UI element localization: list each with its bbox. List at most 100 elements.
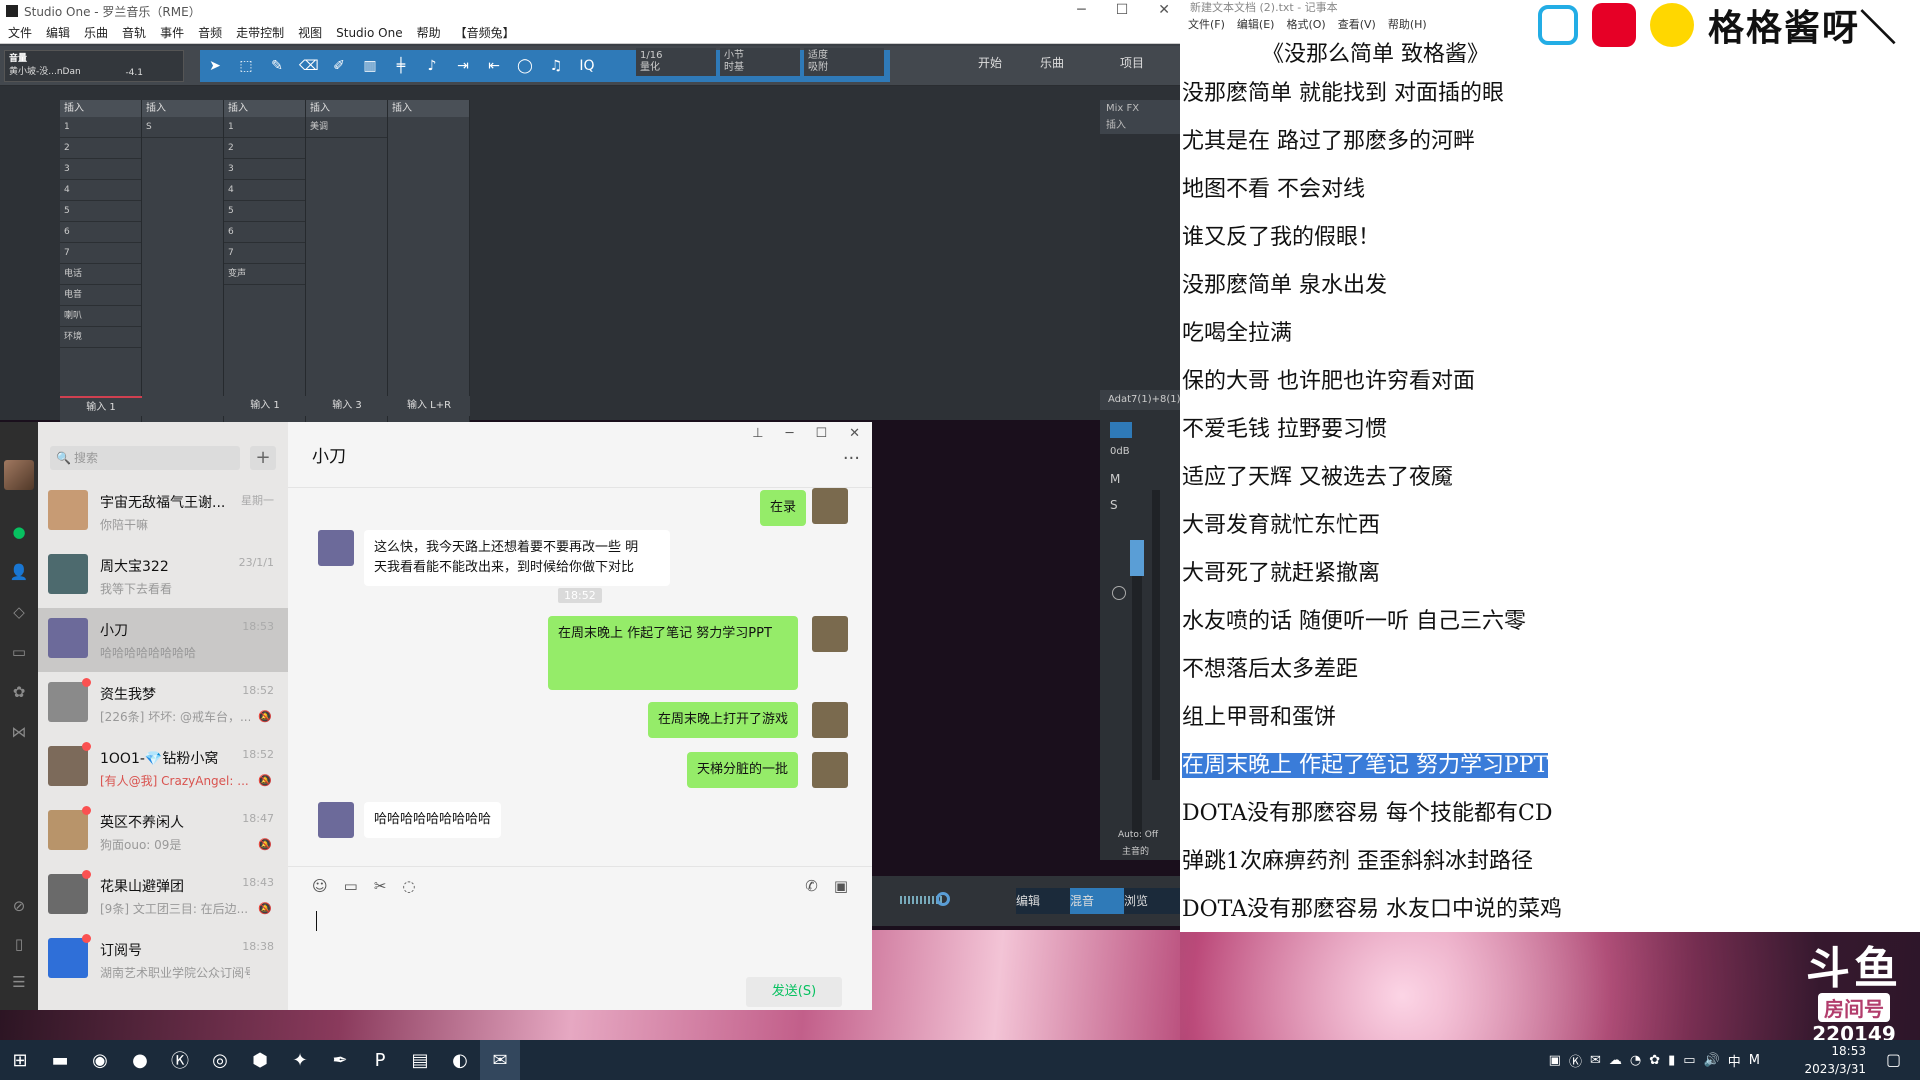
message-bubble[interactable]: 在周末晚上打开了游戏 xyxy=(647,702,798,738)
insert-slot[interactable]: S xyxy=(142,117,223,138)
menu-item[interactable]: 【音频兔】 xyxy=(455,24,515,41)
master-mute-button[interactable]: M xyxy=(1110,472,1120,486)
insert-slot[interactable]: 7 xyxy=(224,243,305,264)
kugou-icon[interactable]: Ⓚ xyxy=(160,1040,200,1080)
miniprogram-icon[interactable]: ⊘ xyxy=(9,896,29,916)
insert-slot[interactable]: 6 xyxy=(224,222,305,243)
menu-item[interactable]: 视图 xyxy=(298,24,322,41)
network-icon[interactable]: ▭ xyxy=(1683,1053,1695,1068)
contacts-icon[interactable]: 👤 xyxy=(9,562,29,582)
avatar[interactable] xyxy=(812,488,848,524)
volume-icon[interactable]: 🔊 xyxy=(1704,1053,1720,1068)
pen-app-icon[interactable]: ✒ xyxy=(320,1040,360,1080)
tab-edit[interactable]: 编辑 xyxy=(1016,888,1072,914)
emoji-icon[interactable]: ☺ xyxy=(312,877,328,895)
notepad-menu-item[interactable]: 帮助(H) xyxy=(1388,16,1427,34)
insert-slot[interactable]: 环境 xyxy=(60,327,141,348)
minimize-icon[interactable]: ─ xyxy=(786,426,794,441)
clock[interactable]: 18:53 2023/3/31 xyxy=(1804,1042,1866,1078)
insert-slot[interactable]: 2 xyxy=(60,138,141,159)
metronome-toggle-icon[interactable] xyxy=(936,892,950,906)
insert-slot[interactable]: 3 xyxy=(60,159,141,180)
powerpoint-icon[interactable]: P xyxy=(360,1040,400,1080)
master-solo-button[interactable]: S xyxy=(1110,498,1118,512)
insert-slot[interactable]: 电话 xyxy=(60,264,141,285)
message-bubble[interactable]: 哈哈哈哈哈哈哈哈哈 xyxy=(364,802,502,838)
insert-header[interactable]: 插入 xyxy=(142,100,223,117)
insert-header[interactable]: 插入 xyxy=(306,100,387,117)
ime-indicator[interactable]: 中 xyxy=(1728,1051,1741,1070)
menu-item[interactable]: 走带控制 xyxy=(236,24,284,41)
folder-icon[interactable]: ▭ xyxy=(9,642,29,662)
send-button[interactable]: 发送(S) xyxy=(746,977,842,1007)
close-icon[interactable]: ✕ xyxy=(849,426,860,441)
file-explorer-icon[interactable]: ▬ xyxy=(40,1040,80,1080)
moments-icon[interactable]: ✿ xyxy=(9,682,29,702)
start-button[interactable]: 开始 xyxy=(978,54,1002,71)
mixfx-insert[interactable]: 插入 xyxy=(1100,117,1180,134)
menu-item[interactable]: 帮助 xyxy=(417,24,441,41)
obs-icon[interactable]: ◐ xyxy=(440,1040,480,1080)
insert-slot[interactable]: 2 xyxy=(224,138,305,159)
chat-history-icon[interactable]: ◌ xyxy=(402,877,415,895)
avatar[interactable] xyxy=(318,802,354,838)
phone-icon[interactable]: ▯ xyxy=(9,934,29,954)
list-item[interactable]: 资生我梦 18:52 [226条] 坏坏: @戒车台，... 🔕 xyxy=(38,672,288,736)
tray-app-icon[interactable]: ✿ xyxy=(1649,1053,1660,1068)
pencil-tool-icon[interactable]: ✎ xyxy=(268,57,286,75)
menu-item[interactable]: 文件 xyxy=(8,24,32,41)
channel-input-label[interactable]: 输入 1 xyxy=(224,396,306,416)
speaker-tool-icon[interactable]: ♪ xyxy=(423,57,441,75)
chat-icon[interactable]: ● xyxy=(9,522,29,542)
list-item[interactable]: 1OO1-💎钻粉小窝 18:52 [有人@我] CrazyAngel: ... 🔕 xyxy=(38,736,288,800)
insert-slot[interactable]: 7 xyxy=(60,243,141,264)
menu-icon[interactable]: ☰ xyxy=(9,972,29,992)
insert-slot[interactable]: 1 xyxy=(224,117,305,138)
avatar[interactable] xyxy=(812,702,848,738)
channel-input-label[interactable]: 输入 3 xyxy=(306,396,388,416)
tray-app-icon[interactable]: ▣ xyxy=(1549,1053,1561,1068)
insert-slot[interactable]: 喇叭 xyxy=(60,306,141,327)
message-bubble[interactable]: 在录 xyxy=(759,490,806,526)
insert-header[interactable]: 插入 xyxy=(224,100,305,117)
more-icon[interactable]: ··· xyxy=(843,448,860,469)
message-bubble[interactable]: 这么快，我今天路上还想着要不要再改一些 明天我看看能不能改出来，到时候给你做下对… xyxy=(364,530,670,586)
close-icon[interactable]: ✕ xyxy=(1158,2,1170,18)
menu-item[interactable]: 事件 xyxy=(160,24,184,41)
menu-item[interactable]: 音频 xyxy=(198,24,222,41)
notepad-icon[interactable]: ▤ xyxy=(400,1040,440,1080)
insert-slot[interactable]: 电音 xyxy=(60,285,141,306)
voice-call-icon[interactable]: ✆ xyxy=(805,877,818,895)
channel-input-label[interactable] xyxy=(142,396,224,416)
master-fader[interactable] xyxy=(1130,540,1144,576)
avatar[interactable] xyxy=(812,752,848,788)
scissors-icon[interactable]: ✂ xyxy=(374,877,387,895)
channel-input-label[interactable]: 输入 L+R xyxy=(388,396,470,416)
range-tool-icon[interactable]: ⬚ xyxy=(237,57,255,75)
add-chat-button[interactable]: + xyxy=(250,446,276,470)
arrow-tool-icon[interactable]: ➤ xyxy=(206,57,224,75)
message-bubble[interactable]: 天梯分脏的一批 xyxy=(686,752,798,788)
insert-slot[interactable]: 5 xyxy=(224,201,305,222)
zoom-tool-icon[interactable]: ◯ xyxy=(516,57,534,75)
my-avatar[interactable] xyxy=(4,460,34,490)
menu-item[interactable]: 音轨 xyxy=(122,24,146,41)
wechat-icon[interactable]: ✉ xyxy=(480,1040,520,1080)
song-button[interactable]: 乐曲 xyxy=(1040,54,1064,71)
insert-slot[interactable]: 5 xyxy=(60,201,141,222)
master-auto[interactable]: Auto: Off xyxy=(1118,830,1158,840)
insert-header[interactable]: 插入 xyxy=(60,100,141,117)
nudge-tool-icon[interactable]: ⇤ xyxy=(485,57,503,75)
ime-mode[interactable]: M xyxy=(1749,1053,1760,1068)
minimize-icon[interactable]: ─ xyxy=(1077,2,1085,18)
master-input-icon[interactable] xyxy=(1110,422,1132,438)
insert-slot[interactable]: 美调 xyxy=(306,117,387,138)
list-item[interactable]: 宇宙无敌福气王谢... 星期一 你陪干嘛 xyxy=(38,480,288,544)
pan-knob-icon[interactable] xyxy=(1112,586,1126,600)
search-input[interactable]: 🔍 搜索 xyxy=(50,446,240,470)
studio-one-icon[interactable]: ◎ xyxy=(200,1040,240,1080)
paint-tool-icon[interactable]: ✐ xyxy=(330,57,348,75)
list-item[interactable]: 周大宝322 23/1/1 我等下去看看 xyxy=(38,544,288,608)
volume-display[interactable]: 音量 黄小坡-没...nDan -4.1 xyxy=(4,50,184,82)
split-tool-icon[interactable]: ▥ xyxy=(361,57,379,75)
